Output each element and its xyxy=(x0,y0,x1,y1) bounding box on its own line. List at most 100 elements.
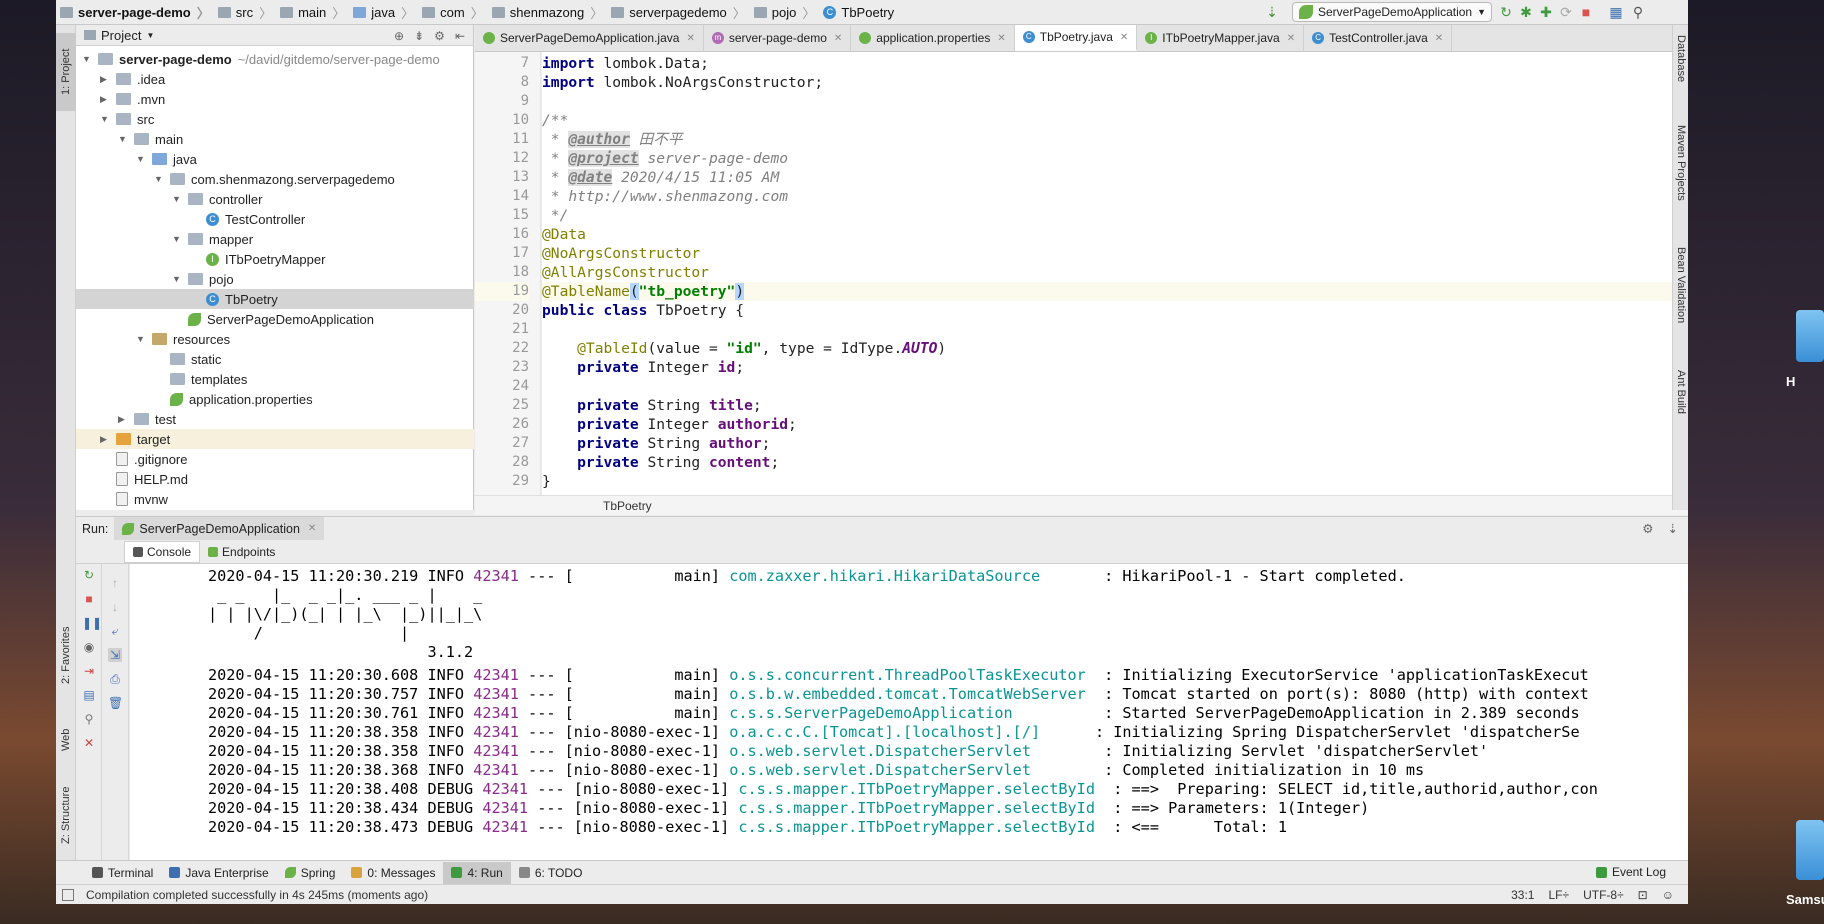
tree-item-gitignore[interactable]: .gitignore xyxy=(76,449,474,469)
nav-crumb-class[interactable]: C TbPoetry xyxy=(819,5,898,20)
tree-item-package[interactable]: ▼ com.shenmazong.serverpagedemo xyxy=(76,169,474,189)
nav-crumb-com[interactable]: com 〉 xyxy=(418,3,488,22)
tree-item-itbpoetrymapper[interactable]: I ITbPoetryMapper xyxy=(76,249,474,269)
tree-item-mapper[interactable]: ▼ mapper xyxy=(76,229,474,249)
code-line[interactable]: import lombok.NoArgsConstructor; xyxy=(542,73,1660,92)
close-icon[interactable]: ✕ xyxy=(82,736,96,750)
chevron-down-icon[interactable]: ▼ xyxy=(118,134,128,144)
tree-item-src[interactable]: ▼ src xyxy=(76,109,474,129)
chevron-down-icon[interactable]: ▼ xyxy=(100,114,110,124)
tree-item-tbpoetry[interactable]: C TbPoetry xyxy=(76,289,474,309)
close-icon[interactable]: ✕ xyxy=(997,33,1005,44)
code-editor[interactable]: import lombok.Data; import lombok.NoArgs… xyxy=(542,52,1688,495)
code-line[interactable]: * @date 2020/4/15 11:05 AM xyxy=(542,168,1660,187)
caret-position[interactable]: 33:1 xyxy=(1511,885,1534,904)
bean-validation-tool-tab[interactable]: Bean Validation xyxy=(1673,247,1688,357)
target-icon[interactable]: ⊕ xyxy=(394,29,404,43)
dump-threads-icon[interactable]: ◉ xyxy=(82,640,96,654)
status-toggle-icon[interactable] xyxy=(62,889,74,901)
file-encoding[interactable]: UTF-8÷ xyxy=(1583,885,1624,904)
close-icon[interactable]: ✕ xyxy=(1120,32,1128,43)
editor-breadcrumb[interactable]: TbPoetry xyxy=(475,495,1688,515)
arrow-down-icon[interactable]: ↓ xyxy=(108,600,122,614)
layout-icon[interactable]: ▤ xyxy=(82,688,96,702)
tab-server-page-demo[interactable]: m server-page-demo ✕ xyxy=(704,25,852,51)
minimize-icon[interactable]: ⇣ xyxy=(1668,521,1678,536)
pin-icon[interactable]: ⚲ xyxy=(82,712,96,726)
tab-application-properties[interactable]: application.properties ✕ xyxy=(851,25,1015,51)
code-line[interactable]: /** xyxy=(542,111,1660,130)
code-line[interactable]: private Integer authorid; xyxy=(542,415,1660,434)
chevron-right-icon[interactable]: ▶ xyxy=(100,94,110,105)
nav-crumb-project[interactable]: server-page-demo 〉 xyxy=(56,3,214,22)
chevron-down-icon[interactable]: ▼ xyxy=(172,194,182,204)
close-icon[interactable]: ✕ xyxy=(1435,33,1443,44)
close-icon[interactable]: ✕ xyxy=(686,33,694,44)
code-line[interactable]: */ xyxy=(542,206,1660,225)
hide-icon[interactable]: ⇤ xyxy=(455,29,465,43)
lock-icon[interactable]: ⊡ xyxy=(1638,885,1648,904)
coverage-icon[interactable]: ✚ xyxy=(1538,4,1554,20)
collapse-icon[interactable]: ⇟ xyxy=(414,29,424,43)
chevron-down-icon[interactable]: ▼ xyxy=(172,274,182,284)
java-enterprise-tool-button[interactable]: Java Enterprise xyxy=(161,862,276,884)
ant-build-tool-tab[interactable]: Ant Build xyxy=(1673,370,1688,450)
code-line[interactable]: import lombok.Data; xyxy=(542,54,1660,73)
profile-icon[interactable]: ⟳ xyxy=(1558,4,1574,20)
tree-item-resources[interactable]: ▼ resources xyxy=(76,329,474,349)
pause-icon[interactable]: ❚❚ xyxy=(82,616,102,630)
maven-tool-tab[interactable]: Maven Projects xyxy=(1673,125,1688,235)
rerun-icon[interactable]: ↻ xyxy=(1498,4,1514,20)
project-view-select[interactable]: Project xyxy=(101,28,141,43)
tab-serverpagedemoapplication[interactable]: ServerPageDemoApplication.java ✕ xyxy=(475,25,704,51)
nav-crumb-serverpagedemo[interactable]: serverpagedemo 〉 xyxy=(607,3,750,22)
code-line[interactable]: public class TbPoetry { xyxy=(542,301,1660,320)
code-line[interactable]: } xyxy=(542,472,1660,491)
event-log-button[interactable]: Event Log xyxy=(1595,865,1666,879)
code-line-current[interactable]: @TableName("tb_poetry") xyxy=(542,282,1688,301)
rerun-icon[interactable]: ↻ xyxy=(82,568,96,582)
nav-crumb-shenmazong[interactable]: shenmazong 〉 xyxy=(488,3,607,22)
nav-crumb-main[interactable]: main 〉 xyxy=(276,3,349,22)
favorites-tool-tab[interactable]: 2: Favorites xyxy=(56,605,76,705)
tab-itbpoetrymapper[interactable]: I ITbPoetryMapper.java ✕ xyxy=(1137,25,1305,51)
inspector-icon[interactable]: ☺ xyxy=(1662,885,1674,904)
chevron-down-icon[interactable]: ▼ xyxy=(82,54,92,64)
code-line[interactable]: @NoArgsConstructor xyxy=(542,244,1660,263)
tree-item-idea[interactable]: ▶ .idea xyxy=(76,69,474,89)
tree-item-java[interactable]: ▼ java xyxy=(76,149,474,169)
tree-item-templates[interactable]: templates xyxy=(76,369,474,389)
code-line[interactable]: private String title; xyxy=(542,396,1660,415)
stop-icon[interactable]: ■ xyxy=(1578,4,1594,20)
todo-tool-button[interactable]: 6: TODO xyxy=(511,862,591,884)
desktop-drive-icon[interactable] xyxy=(1796,310,1824,362)
gear-icon[interactable]: ⚙ xyxy=(434,29,445,43)
trash-icon[interactable]: 🗑 xyxy=(108,696,123,710)
tree-item-application-properties[interactable]: application.properties xyxy=(76,389,474,409)
web-tool-tab[interactable]: Web xyxy=(56,715,76,765)
code-line[interactable]: @TableId(value = "id", type = IdType.AUT… xyxy=(542,339,1660,358)
close-icon[interactable]: ✕ xyxy=(834,33,842,44)
tree-item-help-md[interactable]: HELP.md xyxy=(76,469,474,489)
nav-crumb-src[interactable]: src 〉 xyxy=(214,3,276,22)
chevron-right-icon[interactable]: ▶ xyxy=(100,74,110,85)
project-tool-tab[interactable]: 1: Project xyxy=(56,33,76,111)
scroll-to-end-icon[interactable]: ⇲ xyxy=(108,648,122,662)
project-structure-icon[interactable]: ▦ xyxy=(1608,4,1624,20)
exit-icon[interactable]: ⇥ xyxy=(82,664,96,678)
tree-item-project[interactable]: ▼ server-page-demo ~/david/gitdemo/server-… xyxy=(76,49,474,69)
close-icon[interactable]: ✕ xyxy=(308,523,316,534)
chevron-right-icon[interactable]: ▶ xyxy=(100,434,110,445)
tree-item-pojo[interactable]: ▼ pojo xyxy=(76,269,474,289)
tree-item-test[interactable]: ▶ test xyxy=(76,409,474,429)
print-icon[interactable]: ⎙ xyxy=(108,672,122,686)
line-separator[interactable]: LF÷ xyxy=(1548,885,1569,904)
desktop-drive-icon-2[interactable] xyxy=(1796,820,1824,880)
code-line[interactable]: @AllArgsConstructor xyxy=(542,263,1660,282)
tree-item-target[interactable]: ▶ target xyxy=(76,429,474,449)
chevron-down-icon[interactable]: ▼ xyxy=(154,174,164,184)
nav-crumb-java[interactable]: java 〉 xyxy=(349,3,418,22)
search-icon[interactable]: ⚲ xyxy=(1630,4,1646,20)
tree-item-controller[interactable]: ▼ controller xyxy=(76,189,474,209)
code-line[interactable]: @Data xyxy=(542,225,1660,244)
